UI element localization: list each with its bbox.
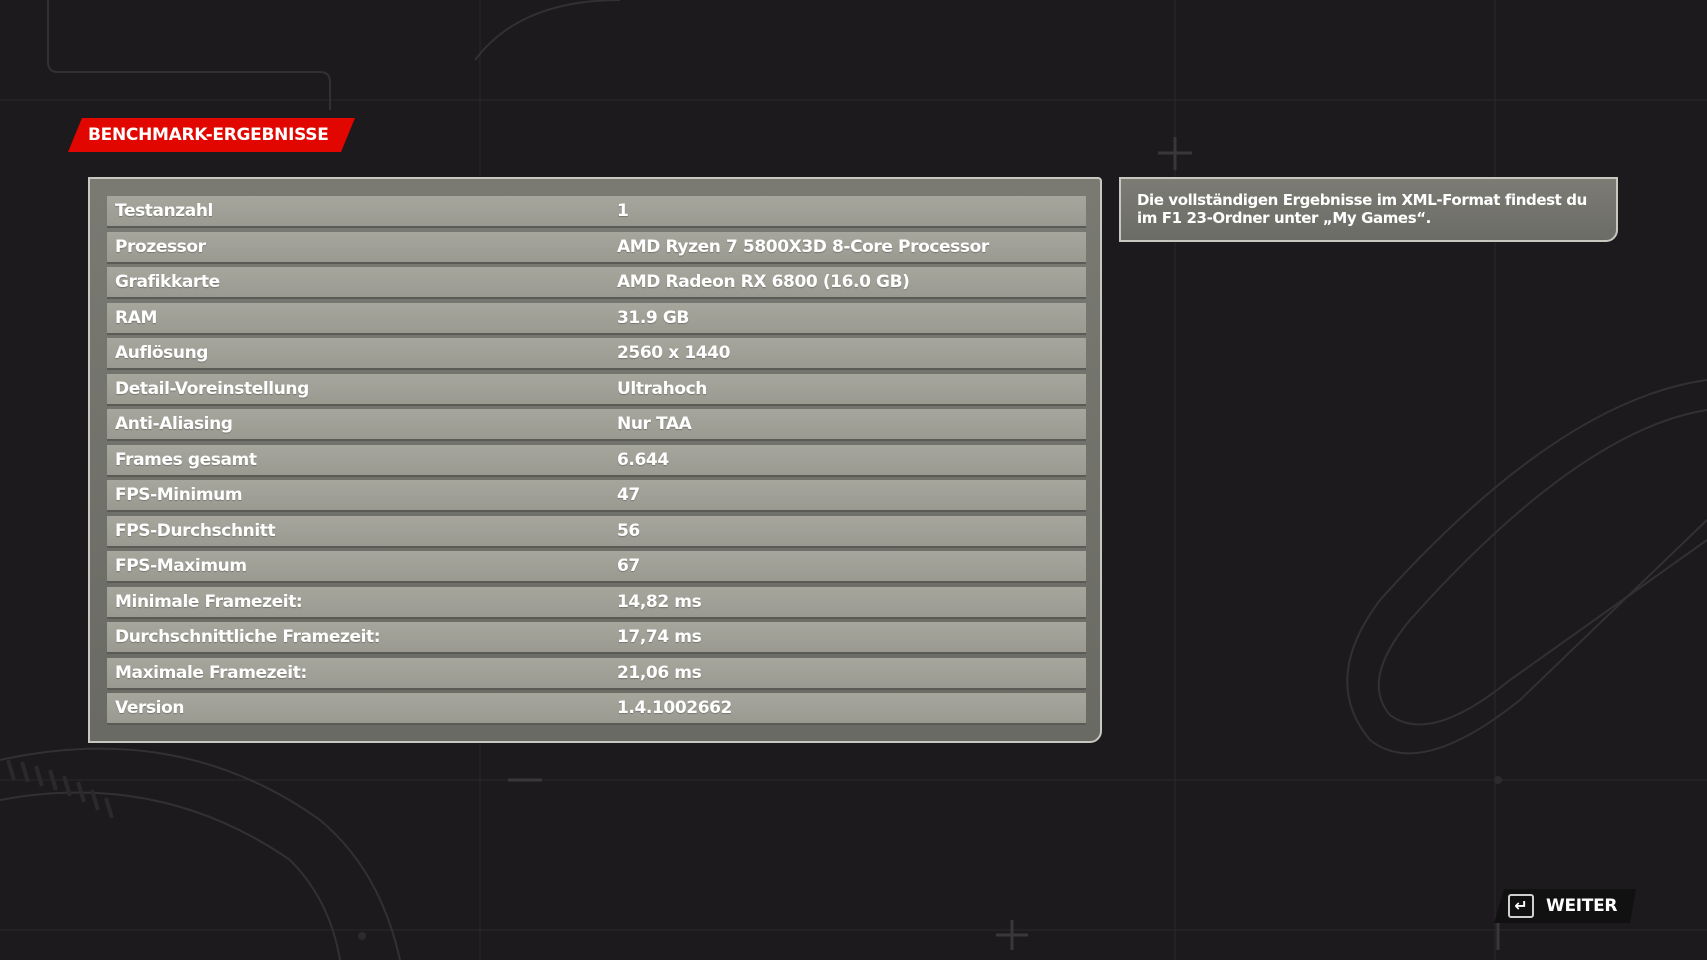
continue-label: WEITER (1546, 896, 1618, 916)
result-label: Durchschnittliche Framezeit: (115, 627, 381, 647)
result-row: Detail-Voreinstellung Ultrahoch (107, 373, 1086, 406)
result-value: 21,06 ms (617, 662, 702, 683)
result-label: Grafikkarte (115, 272, 220, 292)
result-row: Testanzahl 1 (107, 196, 1086, 228)
result-label: Testanzahl (115, 201, 213, 221)
result-row: FPS-Maximum 67 (107, 551, 1086, 583)
result-value: 56 (617, 520, 640, 541)
result-row: Maximale Framezeit: 21,06 ms (107, 657, 1086, 690)
result-row: Frames gesamt 6.644 (107, 444, 1086, 477)
result-label: Frames gesamt (115, 449, 257, 470)
result-label: Prozessor (115, 236, 206, 257)
result-label: FPS-Minimum (115, 485, 243, 505)
result-row: FPS-Minimum 47 (107, 480, 1086, 512)
result-value: Nur TAA (617, 414, 692, 434)
result-row: Minimale Framezeit: 14,82 ms (107, 586, 1086, 619)
result-row: Grafikkarte AMD Radeon RX 6800 (16.0 GB) (107, 267, 1086, 299)
continue-button[interactable]: ↵ WEITER (1494, 889, 1636, 923)
result-value: 17,74 ms (617, 627, 702, 647)
info-text: Die vollständigen Ergebnisse im XML-Form… (1137, 191, 1587, 227)
result-row: Auflösung 2560 x 1440 (107, 338, 1086, 370)
result-row: Version 1.4.1002662 (107, 693, 1086, 725)
result-value: 1 (617, 201, 629, 221)
result-label: FPS-Durchschnitt (115, 520, 276, 541)
benchmark-results-panel: Testanzahl 1 Prozessor AMD Ryzen 7 5800X3D … (88, 177, 1102, 743)
result-label: Minimale Framezeit: (115, 591, 303, 612)
result-label: Auflösung (115, 343, 209, 363)
result-row: RAM 31.9 GB (107, 302, 1086, 335)
result-value: AMD Radeon RX 6800 (16.0 GB) (617, 272, 910, 292)
results-table: Testanzahl 1 Prozessor AMD Ryzen 7 5800X3D … (107, 196, 1086, 729)
result-value: 31.9 GB (617, 307, 689, 328)
result-value: 14,82 ms (617, 591, 702, 612)
result-row: Anti-Aliasing Nur TAA (107, 409, 1086, 441)
result-label: FPS-Maximum (115, 556, 247, 576)
result-label: RAM (115, 307, 157, 328)
result-row: Prozessor AMD Ryzen 7 5800X3D 8-Core Proc… (107, 231, 1086, 264)
result-value: 47 (617, 485, 640, 505)
result-value: 2560 x 1440 (617, 343, 731, 363)
info-box: Die vollständigen Ergebnisse im XML-Form… (1119, 177, 1618, 242)
result-value: 67 (617, 556, 640, 576)
result-row: Durchschnittliche Framezeit: 17,74 ms (107, 622, 1086, 654)
result-label: Detail-Voreinstellung (115, 378, 309, 399)
result-row: FPS-Durchschnitt 56 (107, 515, 1086, 548)
page-title-tag: BENCHMARK-ERGEBNISSE (68, 118, 355, 152)
result-label: Maximale Framezeit: (115, 662, 307, 683)
result-label: Anti-Aliasing (115, 414, 233, 434)
result-value: 6.644 (617, 449, 669, 470)
result-label: Version (115, 698, 185, 718)
enter-key-icon: ↵ (1508, 894, 1534, 918)
page-title: BENCHMARK-ERGEBNISSE (88, 125, 329, 145)
result-value: Ultrahoch (617, 378, 707, 399)
result-value: AMD Ryzen 7 5800X3D 8-Core Processor (617, 236, 989, 257)
result-value: 1.4.1002662 (617, 698, 732, 718)
